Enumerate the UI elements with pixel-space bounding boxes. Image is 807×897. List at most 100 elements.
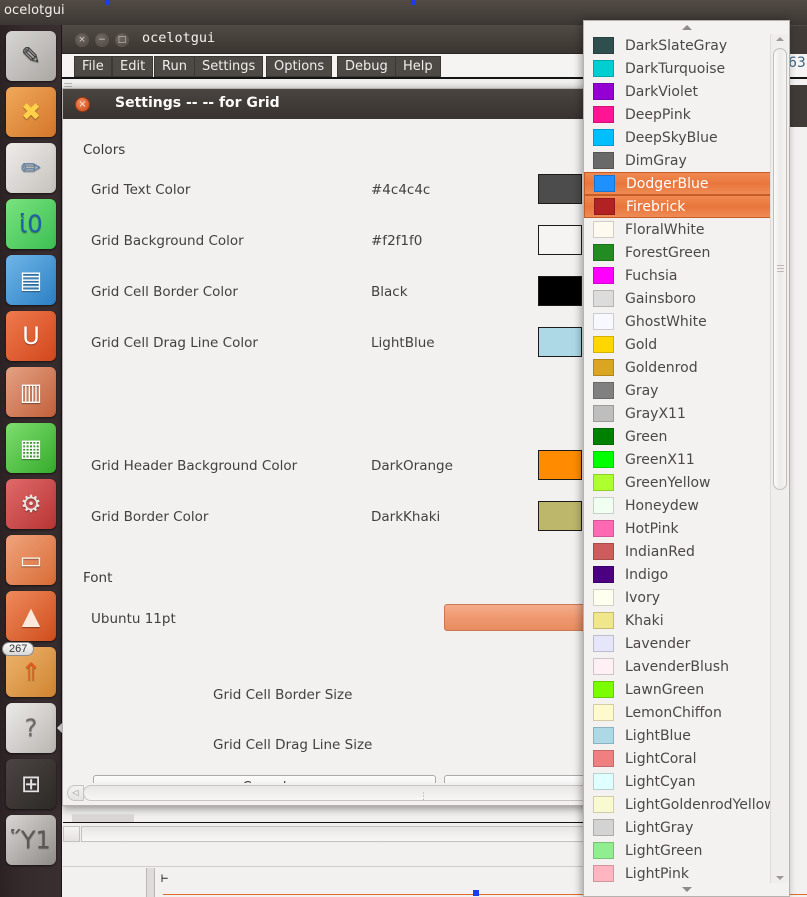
editor-prompt-text: ⊢	[161, 871, 169, 885]
color-option-label: Gray	[625, 382, 659, 399]
libreoffice-calc-icon[interactable]: ▦	[6, 423, 56, 473]
color-option-lightpink[interactable]: LightPink	[584, 862, 772, 883]
color-option-green[interactable]: Green	[584, 425, 772, 448]
scroll-left-icon[interactable]: ◁	[67, 785, 84, 801]
color-swatch-button[interactable]	[538, 450, 582, 480]
color-swatch-icon	[593, 612, 614, 629]
amazon-icon[interactable]: ▲	[6, 591, 56, 641]
ubuntu-software-icon[interactable]: U	[6, 311, 56, 361]
workspace-switcher-icon[interactable]: ⊞	[6, 759, 56, 809]
color-row-value[interactable]: DarkKhaki	[371, 509, 440, 525]
files-icon[interactable]: ▭	[6, 535, 56, 585]
color-option-fuchsia[interactable]: Fuchsia	[584, 264, 772, 287]
color-option-darkviolet[interactable]: DarkViolet	[584, 80, 772, 103]
menu-run[interactable]: Run	[154, 56, 195, 77]
result-cell-number: 63	[788, 55, 806, 71]
color-option-ghostwhite[interactable]: GhostWhite	[584, 310, 772, 333]
dropdown-scroll-up-area[interactable]	[584, 21, 789, 34]
menu-edit[interactable]: Edit	[112, 56, 154, 77]
color-option-lightgreen[interactable]: LightGreen	[584, 839, 772, 862]
launcher-icon-glyph: ?	[24, 714, 38, 742]
gimp-icon[interactable]: ✏	[6, 143, 56, 193]
color-option-gold[interactable]: Gold	[584, 333, 772, 356]
hscroll-left-arrow-icon[interactable]	[63, 826, 80, 842]
color-row-value[interactable]: #f2f1f0	[371, 233, 422, 249]
color-swatch-icon	[593, 451, 614, 468]
color-option-honeydew[interactable]: Honeydew	[584, 494, 772, 517]
color-option-indianred[interactable]: IndianRed	[584, 540, 772, 563]
color-option-lemonchiffon[interactable]: LemonChiffon	[584, 701, 772, 724]
color-option-lightgray[interactable]: LightGray	[584, 816, 772, 839]
dropdown-scroll-down-icon[interactable]	[775, 876, 784, 880]
color-option-goldenrod[interactable]: Goldenrod	[584, 356, 772, 379]
libreoffice-impress-icon[interactable]: ▥	[6, 367, 56, 417]
libreoffice-writer-icon[interactable]: ▤	[6, 255, 56, 305]
color-row-value[interactable]: LightBlue	[371, 335, 435, 351]
color-list[interactable]: DarkSlateGray DarkTurquoise DarkViolet Deep…	[584, 34, 772, 883]
menu-file[interactable]: File	[74, 56, 112, 77]
color-option-indigo[interactable]: Indigo	[584, 563, 772, 586]
unity-launcher[interactable]: ✎ ✖ ✏ ἱ0 ▤ U ▥ ▦ ⚙ ▭ ▲ ⇑ 267? ⊞ Ὕ1	[0, 25, 62, 897]
color-option-floralwhite[interactable]: FloralWhite	[584, 218, 772, 241]
color-option-gray[interactable]: Gray	[584, 379, 772, 402]
color-option-dodgerblue[interactable]: DodgerBlue	[584, 172, 772, 195]
system-settings-icon[interactable]: ⚙	[6, 479, 56, 529]
dialog-close-icon[interactable]: ×	[75, 97, 90, 112]
color-option-lightcoral[interactable]: LightCoral	[584, 747, 772, 770]
menu-options[interactable]: Options	[266, 56, 333, 77]
color-option-firebrick[interactable]: Firebrick	[584, 195, 772, 218]
color-swatch-icon	[593, 359, 614, 376]
color-row-value[interactable]: Black	[371, 284, 408, 300]
color-option-lightblue[interactable]: LightBlue	[584, 724, 772, 747]
color-option-gainsboro[interactable]: Gainsboro	[584, 287, 772, 310]
color-dropdown-popup[interactable]: DarkSlateGray DarkTurquoise DarkViolet Deep…	[583, 20, 790, 897]
color-option-forestgreen[interactable]: ForestGreen	[584, 241, 772, 264]
menu-help[interactable]: Help	[395, 56, 441, 77]
color-option-greenyellow[interactable]: GreenYellow	[584, 471, 772, 494]
xchat-icon[interactable]: ✖	[6, 87, 56, 137]
main-hscroll-track[interactable]	[81, 826, 649, 842]
color-swatch-button[interactable]	[538, 327, 582, 357]
color-option-label: DarkSlateGray	[625, 37, 728, 54]
color-option-greenx11[interactable]: GreenX11	[584, 448, 772, 471]
dropdown-scroll-down-area[interactable]	[584, 883, 789, 896]
text-editor-icon[interactable]: ✎	[6, 31, 56, 81]
color-option-darkturquoise[interactable]: DarkTurquoise	[584, 57, 772, 80]
color-option-lavenderblush[interactable]: LavenderBlush	[584, 655, 772, 678]
color-option-deeppink[interactable]: DeepPink	[584, 103, 772, 126]
firefox-icon[interactable]: ἱ0	[6, 199, 56, 249]
menu-debug[interactable]: Debug	[337, 56, 396, 77]
color-row-value[interactable]: #4c4c4c	[371, 182, 430, 198]
window-minimize-button[interactable]: −	[95, 33, 109, 47]
color-swatch-button[interactable]	[538, 174, 582, 204]
chevron-down-icon[interactable]	[681, 887, 692, 892]
color-swatch-button[interactable]	[538, 225, 582, 255]
dropdown-scrollbar[interactable]	[770, 34, 788, 883]
help-icon[interactable]: ?	[6, 703, 56, 753]
color-option-lightgoldenrodyellow[interactable]: LightGoldenrodYellow	[584, 793, 772, 816]
color-option-dimgray[interactable]: DimGray	[584, 149, 772, 172]
color-option-hotpink[interactable]: HotPink	[584, 517, 772, 540]
window-close-button[interactable]: ×	[75, 33, 89, 47]
color-option-darkslategray[interactable]: DarkSlateGray	[584, 34, 772, 57]
color-option-label: DodgerBlue	[626, 175, 709, 192]
color-option-ivory[interactable]: Ivory	[584, 586, 772, 609]
color-option-label: LightPink	[625, 865, 689, 882]
chevron-up-icon[interactable]	[681, 25, 692, 30]
color-option-deepskyblue[interactable]: DeepSkyBlue	[584, 126, 772, 149]
color-option-lightcyan[interactable]: LightCyan	[584, 770, 772, 793]
color-option-lawngreen[interactable]: LawnGreen	[584, 678, 772, 701]
color-row-value[interactable]: DarkOrange	[371, 458, 453, 474]
color-option-lavender[interactable]: Lavender	[584, 632, 772, 655]
trash-icon[interactable]: Ὕ1	[6, 815, 56, 865]
color-option-khaki[interactable]: Khaki	[584, 609, 772, 632]
window-maximize-button[interactable]: □	[115, 33, 129, 47]
color-swatch-button[interactable]	[538, 501, 582, 531]
dropdown-scroll-up-icon[interactable]	[775, 37, 784, 41]
color-swatch-icon	[593, 267, 614, 284]
menu-settings[interactable]: Settings	[194, 56, 264, 77]
color-swatch-button[interactable]	[538, 276, 582, 306]
color-option-label: Fuchsia	[625, 267, 678, 284]
dropdown-scrollbar-thumb[interactable]	[773, 48, 787, 490]
color-option-grayx11[interactable]: GrayX11	[584, 402, 772, 425]
